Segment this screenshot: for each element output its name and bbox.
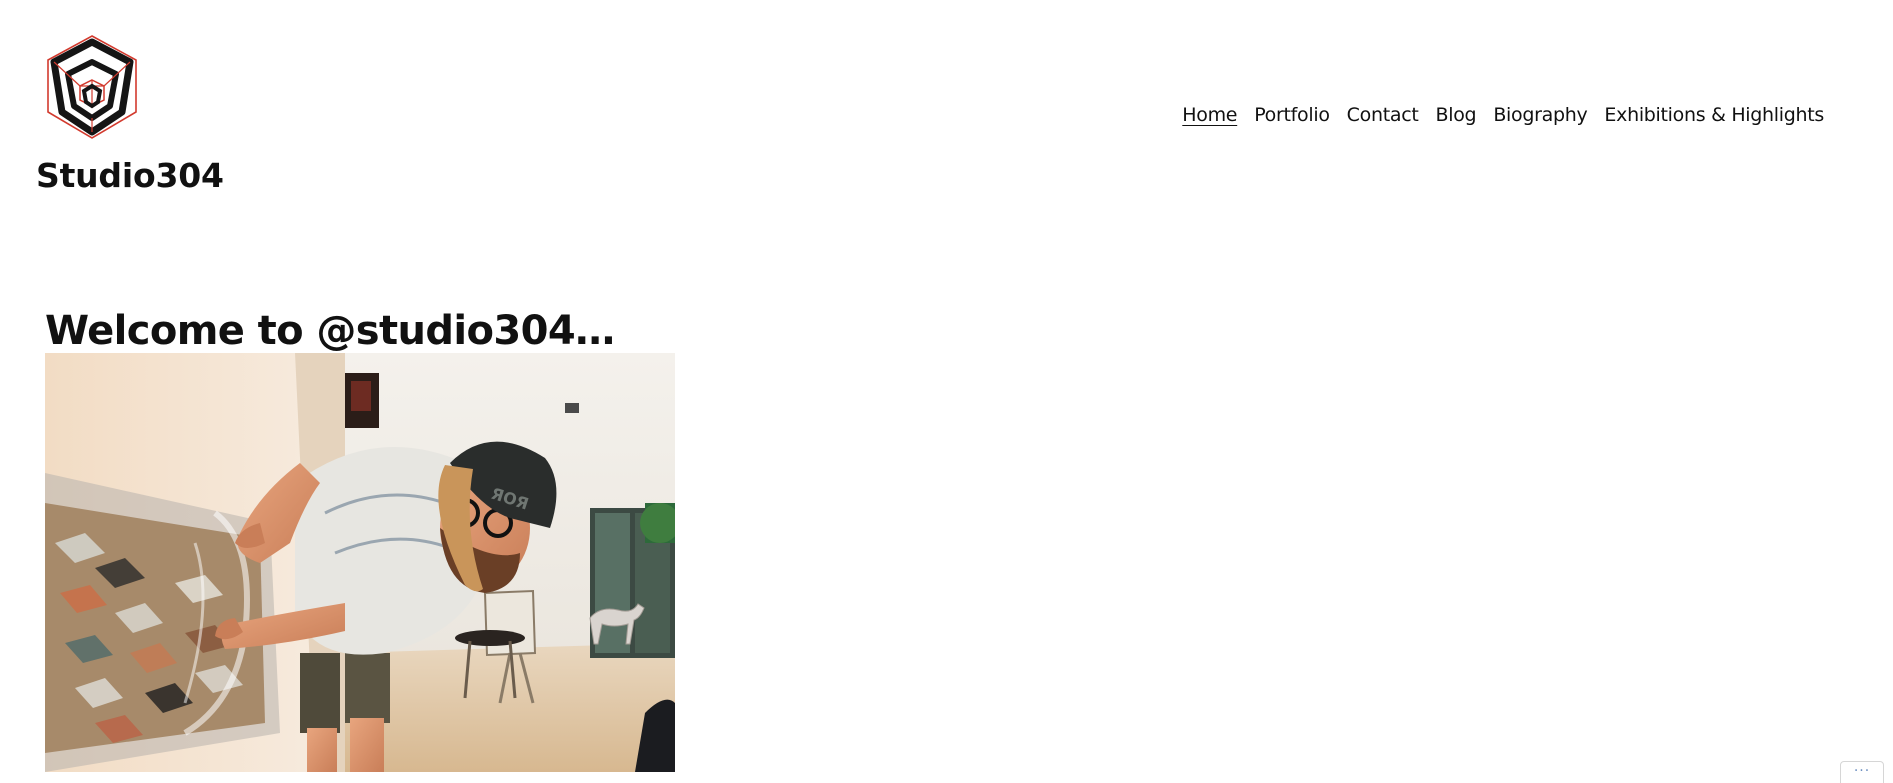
nav-item-contact[interactable]: Contact bbox=[1347, 100, 1419, 130]
site-logo-icon[interactable] bbox=[42, 34, 142, 142]
page: Studio304 Home Portfolio Contact Blog Bi… bbox=[0, 0, 1893, 783]
nav-item-blog[interactable]: Blog bbox=[1436, 100, 1477, 130]
more-options-button[interactable]: ··· bbox=[1840, 761, 1884, 783]
nav-item-home[interactable]: Home bbox=[1182, 100, 1237, 130]
site-title[interactable]: Studio304 bbox=[36, 154, 224, 198]
featured-image-illustration: ЯОЯ bbox=[45, 353, 675, 772]
site-logo-graphic bbox=[47, 35, 137, 139]
nav-item-biography[interactable]: Biography bbox=[1493, 100, 1587, 130]
featured-image: ЯОЯ bbox=[45, 353, 675, 772]
post-title: Welcome to @studio304… bbox=[45, 308, 615, 354]
nav-item-portfolio[interactable]: Portfolio bbox=[1254, 100, 1330, 130]
main-nav: Home Portfolio Contact Blog Biography Ex… bbox=[1182, 100, 1824, 130]
nav-item-exhibitions-highlights[interactable]: Exhibitions & Highlights bbox=[1604, 100, 1824, 130]
